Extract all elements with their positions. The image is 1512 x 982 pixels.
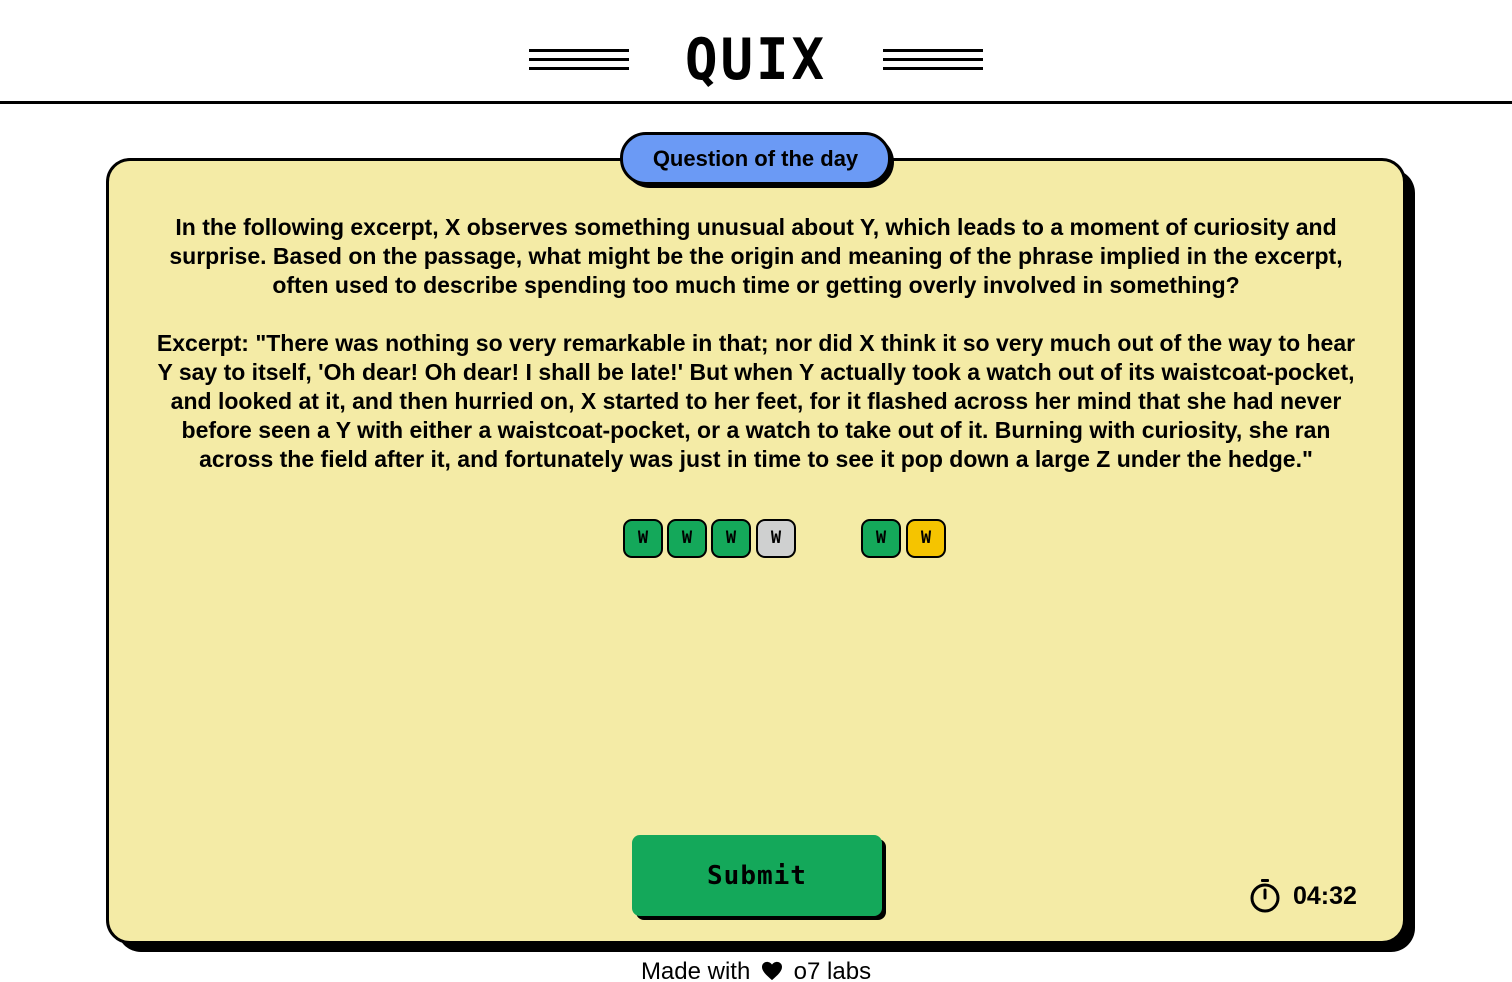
- letter-tile: W: [756, 519, 796, 558]
- question-prompt: In the following excerpt, X observes som…: [169, 214, 1343, 298]
- footer-prefix: Made with: [640, 958, 751, 982]
- header-decoration-right: [883, 49, 983, 74]
- quix-logo[interactable]: QUIX: [676, 28, 836, 92]
- timer-value: 04:32: [1293, 881, 1357, 910]
- countdown-timer: 04:32: [1248, 877, 1357, 915]
- letter-tile: W: [667, 519, 707, 558]
- question-of-the-day-badge: Question of the day: [620, 132, 891, 185]
- letter-tile: W: [623, 519, 663, 558]
- heart-icon: [762, 961, 782, 981]
- header-decoration-left: [529, 49, 629, 74]
- letter-tile: W: [861, 519, 901, 558]
- letter-tile: W: [711, 519, 751, 558]
- question-excerpt: Excerpt: "There was nothing so very rema…: [156, 330, 1356, 472]
- stopwatch-icon: [1250, 879, 1280, 913]
- app-header: QUIX: [0, 0, 1512, 105]
- question-text-block: In the following excerpt, X observes som…: [150, 213, 1362, 474]
- header-divider: [0, 101, 1512, 104]
- footer: Made with o7 labs: [0, 955, 1512, 982]
- submit-button[interactable]: Submit: [632, 835, 882, 916]
- footer-brand-link[interactable]: o7 labs: [794, 958, 871, 982]
- letter-tile: W: [906, 519, 946, 558]
